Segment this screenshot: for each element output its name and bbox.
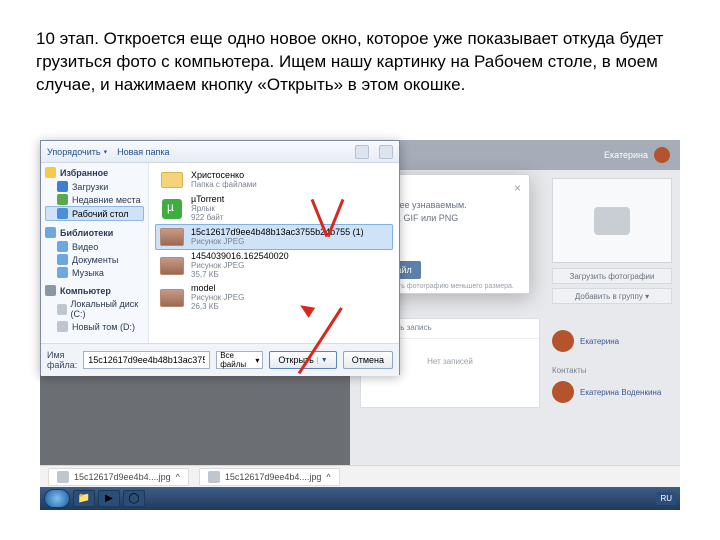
nav-music[interactable]: Музыка <box>45 266 144 279</box>
people-icon <box>594 207 630 235</box>
doc-icon <box>57 254 68 265</box>
filename-input[interactable] <box>83 351 210 369</box>
contacts-header: Контакты <box>552 366 672 375</box>
music-icon <box>57 267 68 278</box>
language-indicator[interactable]: RU <box>656 492 676 505</box>
start-button[interactable] <box>44 489 70 508</box>
chevron-down-icon: ▾ <box>255 356 259 365</box>
file-meta: Папка с файлами <box>191 181 257 190</box>
disk-icon <box>57 321 68 332</box>
image-icon <box>160 289 184 307</box>
help-icon[interactable] <box>379 145 393 159</box>
friend-item[interactable]: Екатерина <box>552 330 672 352</box>
filename-label: Имя файла: <box>47 350 77 370</box>
utorrent-icon <box>162 199 182 219</box>
nav-desktop[interactable]: Рабочий стол <box>45 206 144 221</box>
file-meta: Рисунок JPEG26,3 КБ <box>191 294 244 312</box>
image-icon <box>160 228 184 246</box>
avatar-icon <box>552 330 574 352</box>
file-icon <box>57 471 69 483</box>
organize-menu[interactable]: Упорядочить <box>47 147 107 157</box>
nav-video[interactable]: Видео <box>45 240 144 253</box>
close-icon[interactable]: × <box>514 181 521 195</box>
file-meta: Рисунок JPEG35,7 КБ <box>191 262 289 280</box>
computer-icon <box>45 285 56 296</box>
file-meta: Ярлык922 байт <box>191 205 224 223</box>
video-icon <box>57 241 68 252</box>
download-item[interactable]: 15c12617d9ee4b4....jpg^ <box>48 468 189 486</box>
contact-item[interactable]: Екатерина Воденкина <box>552 381 672 403</box>
avatar-icon <box>552 381 574 403</box>
dialog-toolbar: Упорядочить Новая папка <box>41 141 399 163</box>
open-button[interactable]: Открыть▼ <box>269 351 336 369</box>
contact-name: Екатерина Воденкина <box>580 388 661 397</box>
desktop-icon <box>57 208 68 219</box>
chrome-icon[interactable]: ◯ <box>123 490 145 507</box>
cancel-button[interactable]: Отмена <box>343 351 393 369</box>
vk-user-name: Екатерина <box>604 150 648 160</box>
nav-disk-d[interactable]: Новый том (D:) <box>45 320 144 333</box>
file-row-folder[interactable]: ХристосенкоПапка с файлами <box>155 167 393 193</box>
windows-taskbar: 📁 ▶ ◯ RU <box>40 487 680 510</box>
file-row-shortcut[interactable]: µTorrentЯрлык922 байт <box>155 193 393 224</box>
file-filter-select[interactable]: Все файлы▾ <box>216 351 263 369</box>
chevron-up-icon: ^ <box>326 472 330 482</box>
nav-documents[interactable]: Документы <box>45 253 144 266</box>
instruction-text: 10 этап. Откроется еще одно новое окно, … <box>0 0 720 107</box>
download-item[interactable]: 15c12617d9ee4b4....jpg^ <box>199 468 340 486</box>
file-row-selected[interactable]: 15c12617d9ee4b48b13ac3755b24b755 (1)Рису… <box>155 224 393 250</box>
group-photo-placeholder[interactable] <box>552 178 672 263</box>
nav-downloads[interactable]: Загрузки <box>45 180 144 193</box>
explorer-icon[interactable]: 📁 <box>73 490 95 507</box>
player-icon[interactable]: ▶ <box>98 490 120 507</box>
nav-disk-c[interactable]: Локальный диск (C:) <box>45 298 144 320</box>
nav-computer[interactable]: Компьютер <box>45 285 144 296</box>
friend-name: Екатерина <box>580 337 619 346</box>
file-open-dialog: Упорядочить Новая папка Избранное Загруз… <box>40 140 400 375</box>
nav-pane: Избранное Загрузки Недавние места Рабочи… <box>41 163 149 343</box>
image-icon <box>160 257 184 275</box>
new-folder-button[interactable]: Новая папка <box>117 147 169 157</box>
upload-photo-button[interactable]: Загрузить фотографии <box>552 268 672 284</box>
dialog-bottom-bar: Имя файла: Все файлы▾ Открыть▼ Отмена <box>41 343 399 376</box>
vk-right-column: Екатерина Контакты Екатерина Воденкина <box>552 330 672 417</box>
folder-icon <box>161 172 183 188</box>
file-meta: Рисунок JPEG <box>191 238 364 247</box>
view-icon[interactable] <box>355 145 369 159</box>
chevron-down-icon: ▼ <box>317 357 328 364</box>
avatar-icon[interactable] <box>654 147 670 163</box>
nav-favorites[interactable]: Избранное <box>45 167 144 178</box>
file-row-image[interactable]: 1454039016.162540020Рисунок JPEG35,7 КБ <box>155 250 393 281</box>
nav-recent[interactable]: Недавние места <box>45 193 144 206</box>
disk-icon <box>57 304 67 315</box>
chevron-up-icon: ^ <box>176 472 180 482</box>
file-list: ХристосенкоПапка с файлами µTorrentЯрлык… <box>149 163 399 343</box>
screenshot-area: Екатерина Загрузить фотографии Добавить … <box>40 140 680 510</box>
file-icon <box>208 471 220 483</box>
recent-icon <box>57 194 68 205</box>
file-row-image[interactable]: modelРисунок JPEG26,3 КБ <box>155 282 393 313</box>
nav-libraries[interactable]: Библиотеки <box>45 227 144 238</box>
library-icon <box>45 227 56 238</box>
add-to-group-button[interactable]: Добавить в группу ▾ <box>552 288 672 304</box>
star-icon <box>45 167 56 178</box>
browser-downloads-bar: 15c12617d9ee4b4....jpg^ 15c12617d9ee4b4.… <box>40 465 680 487</box>
download-icon <box>57 181 68 192</box>
